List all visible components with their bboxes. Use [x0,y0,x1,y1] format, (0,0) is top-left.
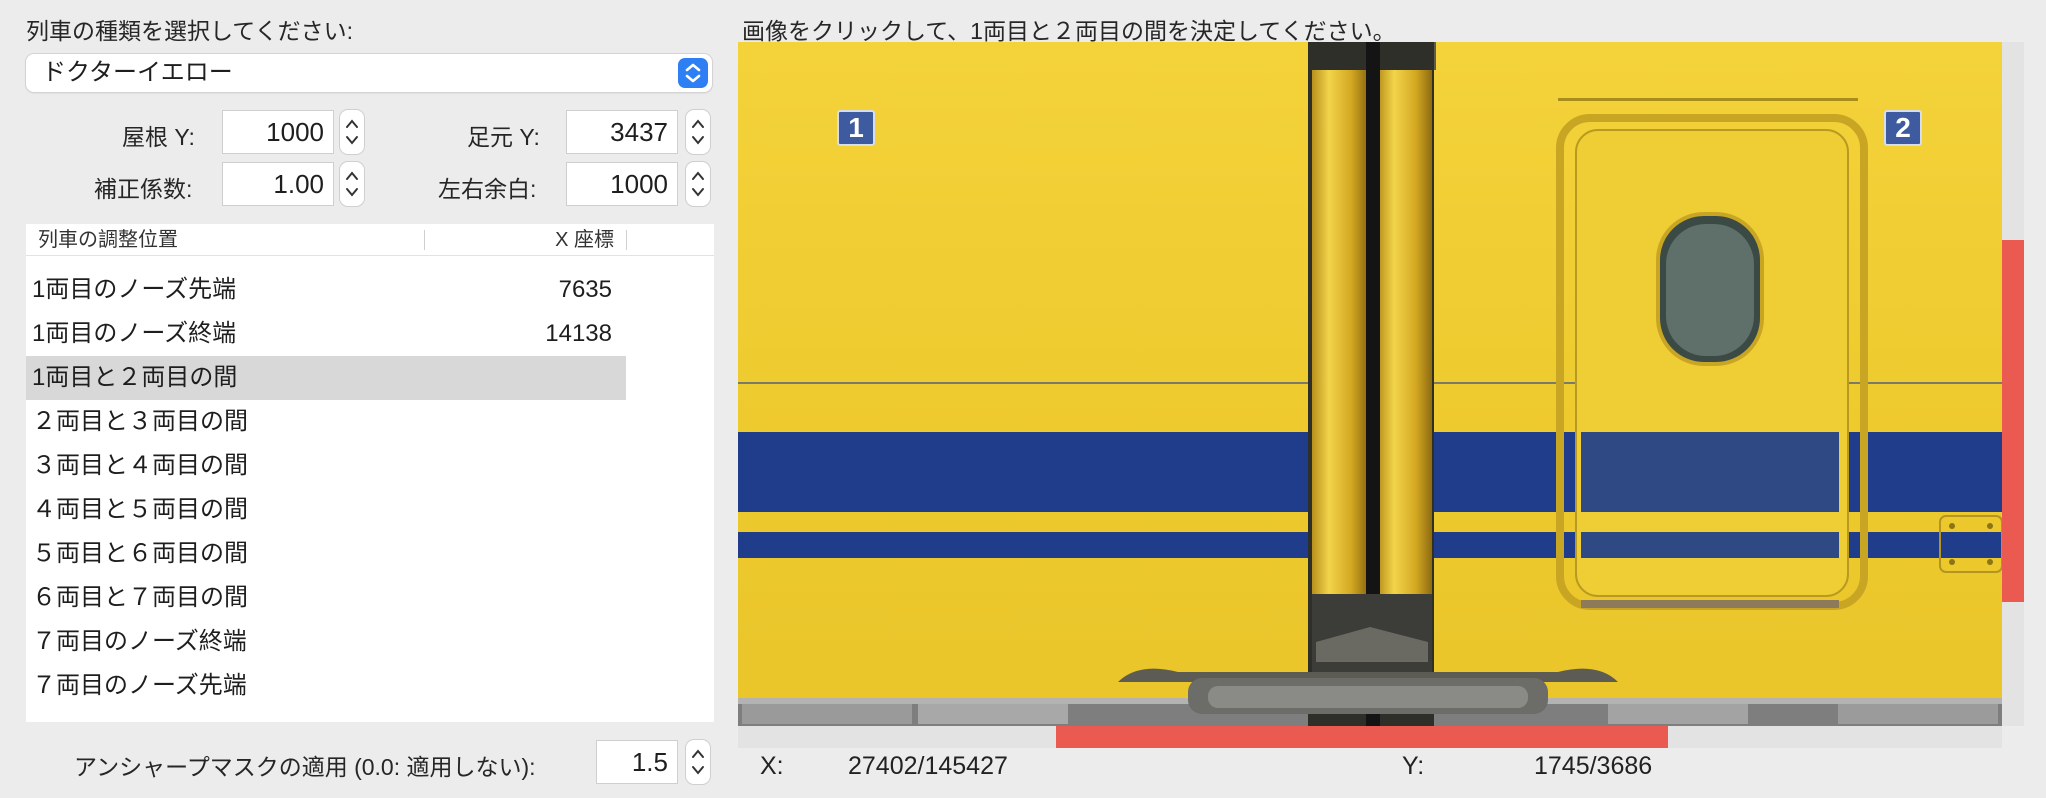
train-type-label: 列車の種類を選択してください: [26,18,354,44]
table-row[interactable]: 1両目のノーズ先端 7635 [26,268,626,312]
stepper-arrows-icon [692,119,704,145]
row-position-name: ３両目と４両目の間 [32,452,248,479]
vertical-scrollbar[interactable] [2002,42,2024,726]
train-type-select[interactable]: ドクターイエロー [26,54,712,92]
table-row[interactable]: ４両目と５両目の間 [26,488,626,532]
instruction-text: 画像をクリックして、1両目と２両目の間を決定してください。 [742,18,1396,44]
car-number-plate-2: 2 [1884,110,1922,146]
col-header-position[interactable]: 列車の調整位置 [38,224,178,256]
stepper-arrows-icon [692,749,704,775]
row-position-name: ７両目のノーズ先端 [32,672,247,699]
table-row[interactable]: ５両目と６両目の間 [26,532,626,576]
row-position-name: 1両目と２両目の間 [32,364,238,391]
foot-y-input[interactable]: 3437 [566,110,678,154]
coef-label: 補正係数: [94,176,193,202]
column-divider [626,230,627,250]
stepper-arrows-icon [346,171,358,197]
table-row[interactable]: ７両目のノーズ終端 [26,620,626,664]
row-position-name: ２両目と３両目の間 [32,408,248,435]
select-updown-icon [678,58,708,88]
horizontal-scroll-thumb[interactable] [1056,726,1668,748]
x-coord-label: X: [760,752,784,780]
train-image-canvas[interactable]: 1 2 [738,42,2002,726]
coef-stepper[interactable] [340,162,364,206]
stepper-arrows-icon [692,171,704,197]
row-position-name: ５両目と６両目の間 [32,540,248,567]
unsharp-mask-stepper[interactable] [686,740,710,784]
table-row[interactable]: ２両目と３両目の間 [26,400,626,444]
row-position-name: 1両目のノーズ終端 [32,320,237,347]
position-table[interactable]: 列車の調整位置 X 座標 1両目のノーズ先端 7635 1両目のノーズ終端 14138… [26,224,714,722]
margin-input[interactable]: 1000 [566,162,678,206]
vertical-scroll-thumb[interactable] [2002,240,2024,602]
unsharp-mask-input[interactable]: 1.5 [596,740,678,784]
table-row[interactable]: ３両目と４両目の間 [26,444,626,488]
row-x-value: 7635 [558,276,612,303]
row-position-name: ６両目と７両目の間 [32,584,248,611]
y-coord-value: 1745/3686 [1534,752,1653,780]
row-position-name: ４両目と５両目の間 [32,496,248,523]
roof-y-stepper[interactable] [340,110,364,154]
margin-stepper[interactable] [686,162,710,206]
table-row[interactable]: ７両目のノーズ先端 [26,664,626,708]
row-x-value: 14138 [545,320,612,347]
table-row[interactable]: 1両目と２両目の間 [26,356,626,400]
foot-y-stepper[interactable] [686,110,710,154]
horizontal-scrollbar[interactable] [738,726,2002,748]
roof-y-label: 屋根 Y: [122,124,195,150]
coef-input[interactable]: 1.00 [222,162,334,206]
car-number-plate-1: 1 [837,110,875,146]
col-header-x[interactable]: X 座標 [555,224,614,256]
x-coord-value: 27402/145427 [848,752,1008,780]
margin-label: 左右余白: [438,176,537,202]
row-position-name: ７両目のノーズ終端 [32,628,247,655]
train-image [738,42,2002,726]
unsharp-mask-label: アンシャープマスクの適用 (0.0: 適用しない): [74,754,536,780]
stepper-arrows-icon [346,119,358,145]
train-type-value: ドクターイエロー [42,59,233,86]
table-row[interactable]: ６両目と７両目の間 [26,576,626,620]
roof-y-input[interactable]: 1000 [222,110,334,154]
row-position-name: 1両目のノーズ先端 [32,276,237,303]
table-header: 列車の調整位置 X 座標 [26,224,714,256]
y-coord-label: Y: [1402,752,1425,780]
column-divider [424,230,425,250]
foot-y-label: 足元 Y: [467,124,540,150]
table-row[interactable]: 1両目のノーズ終端 14138 [26,312,626,356]
